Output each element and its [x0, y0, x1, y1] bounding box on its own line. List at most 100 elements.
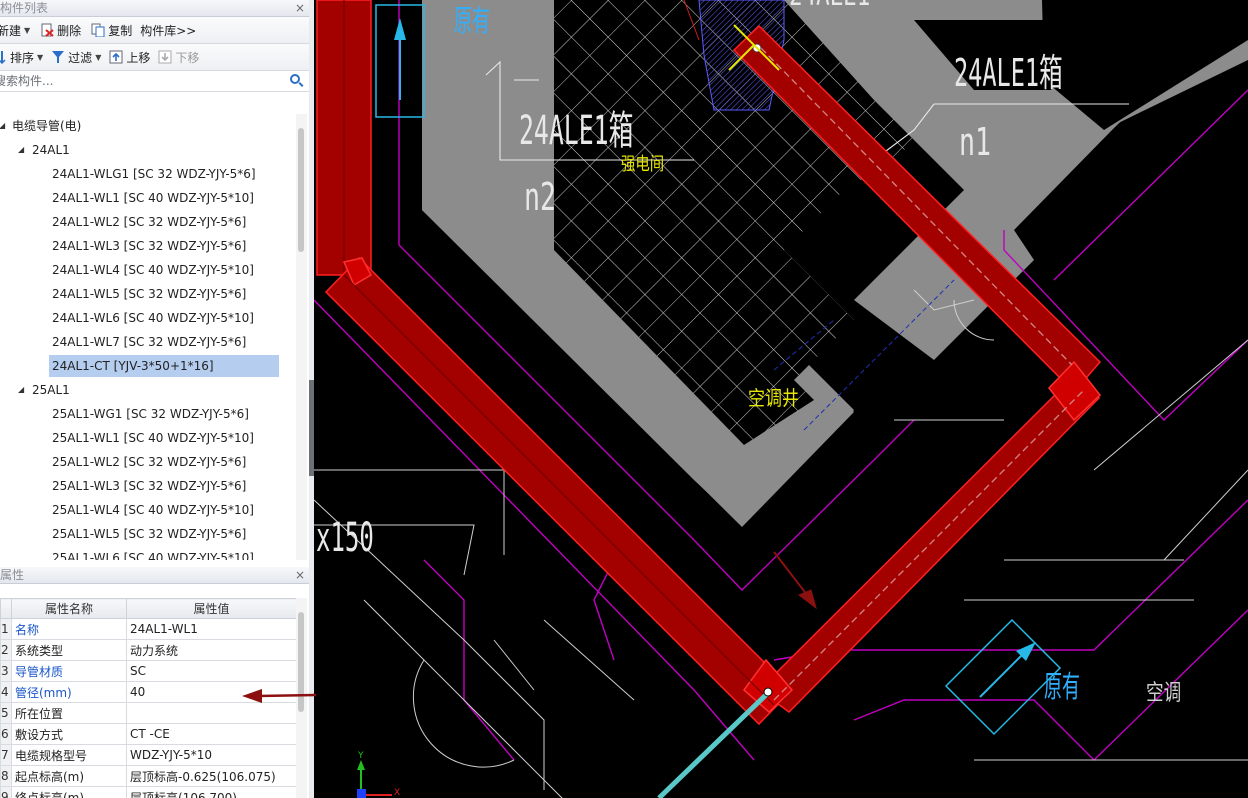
tree-item[interactable]: 24AL1-WL2 [SC 32 WDZ-YJY-5*6]: [0, 210, 296, 234]
left-panel: 构件列表 × 新建 ▼ 删除 复制 构件库>> 排序: [0, 0, 311, 798]
property-col-name: 属性名称: [11, 598, 127, 619]
tree-item-selected[interactable]: 24AL1-CT [YJV-3*50+1*16]: [0, 354, 296, 378]
tree-item[interactable]: 24AL1-WL3 [SC 32 WDZ-YJY-5*6]: [0, 234, 296, 258]
tree-item[interactable]: 24AL1-WL1 [SC 40 WDZ-YJY-5*10]: [0, 186, 296, 210]
magenta-line-6: [853, 609, 1248, 761]
row-number: 9: [0, 786, 12, 798]
tree-item[interactable]: 25AL1-WL4 [SC 40 WDZ-YJY-5*10]: [0, 498, 296, 522]
tree-item-label: 25AL1-WL4 [SC 40 WDZ-YJY-5*10]: [52, 503, 254, 517]
filter-button[interactable]: 过滤 ▼: [47, 46, 105, 68]
search-input[interactable]: [0, 71, 274, 91]
tree-root[interactable]: ◢ 电缆导管(电): [0, 114, 296, 138]
property-row[interactable]: 8 起点标高(m) 层顶标高-0.625(106.075): [0, 765, 297, 787]
tree-item-label: 24AL1-WL6 [SC 40 WDZ-YJY-5*10]: [52, 311, 254, 325]
direction-box-bottom: [944, 618, 1062, 736]
tree-scrollbar-thumb[interactable]: [298, 128, 304, 252]
tree-item[interactable]: 25AL1-WL5 [SC 32 WDZ-YJY-5*6]: [0, 522, 296, 546]
property-header: 属性 ×: [0, 567, 310, 584]
tree-item-label: 25AL1-WL5 [SC 32 WDZ-YJY-5*6]: [52, 527, 247, 541]
filter-icon: [51, 50, 65, 64]
property-close-icon[interactable]: ×: [295, 567, 305, 583]
expand-triangle-icon[interactable]: ◢: [0, 114, 5, 138]
property-value[interactable]: 层顶标高-0.625(106.075): [126, 765, 297, 787]
tree-item[interactable]: 25AL1-WL2 [SC 32 WDZ-YJY-5*6]: [0, 450, 296, 474]
library-label: 构件库>>: [140, 23, 197, 38]
component-tree: ◢ 电缆导管(电) ◢ 24AL1 24AL1-WLG1 [SC 32 WDZ-…: [0, 114, 296, 560]
tree-item[interactable]: 24AL1-WL4 [SC 40 WDZ-YJY-5*10]: [0, 258, 296, 282]
tree-item[interactable]: 25AL1-WG1 [SC 32 WDZ-YJY-5*6]: [0, 402, 296, 426]
tree-item-label: 24AL1-WL5 [SC 32 WDZ-YJY-5*6]: [52, 287, 247, 301]
ucs-axis-icon: [357, 760, 392, 798]
property-row[interactable]: 2 系统类型 动力系统: [0, 639, 297, 661]
property-name: 终点标高(m): [11, 786, 127, 798]
expand-triangle-icon[interactable]: ◢: [18, 138, 24, 162]
search-icon[interactable]: [290, 74, 300, 84]
tree-item[interactable]: 25AL1-WL3 [SC 32 WDZ-YJY-5*6]: [0, 474, 296, 498]
property-value[interactable]: WDZ-YJY-5*10: [126, 744, 297, 766]
property-row[interactable]: 7 电缆规格型号 WDZ-YJY-5*10: [0, 744, 297, 766]
sort-button[interactable]: 排序 ▼: [0, 46, 47, 68]
component-list-header: 构件列表 ×: [0, 0, 310, 17]
cyan-cable: [657, 690, 771, 798]
tree-group-24al1[interactable]: ◢ 24AL1: [0, 138, 296, 162]
property-value[interactable]: 层顶标高(106.700): [126, 786, 297, 798]
tree-item-label: 25AL1-WL2 [SC 32 WDZ-YJY-5*6]: [52, 455, 247, 469]
property-name: 导管材质: [11, 660, 127, 682]
tree-group-25al1[interactable]: ◢ 25AL1: [0, 378, 296, 402]
move-up-button[interactable]: 上移: [105, 46, 154, 68]
arrow-up-icon: [109, 50, 123, 64]
row-number: 8: [0, 765, 12, 787]
tree-scrollbar[interactable]: [296, 114, 307, 560]
new-label: 新建: [0, 23, 22, 38]
tree-item[interactable]: 24AL1-WL7 [SC 32 WDZ-YJY-5*6]: [0, 330, 296, 354]
property-value[interactable]: 动力系统: [126, 639, 297, 661]
arrow-down-icon: [158, 50, 172, 64]
tree-item-label: 25AL1-WL3 [SC 32 WDZ-YJY-5*6]: [52, 479, 247, 493]
magenta-line-8: [423, 559, 515, 761]
delete-button[interactable]: 删除: [36, 19, 85, 41]
property-name: 敷设方式: [11, 723, 127, 745]
copy-icon: [91, 23, 105, 38]
property-row[interactable]: 6 敷设方式 CT -CE: [0, 723, 297, 745]
expand-triangle-icon[interactable]: ◢: [18, 378, 24, 402]
cad-drawing[interactable]: [314, 0, 1248, 798]
tree-item[interactable]: 25AL1-WL6 [SC 40 WDZ-YJY-5*10]: [0, 546, 296, 560]
property-row[interactable]: 1 名称 24AL1-WL1: [0, 618, 297, 640]
row-number: 4: [0, 681, 12, 703]
property-value[interactable]: SC: [126, 660, 297, 682]
library-button[interactable]: 构件库>>: [136, 19, 200, 41]
component-list-title: 构件列表: [0, 1, 49, 15]
tree-item[interactable]: 24AL1-WL6 [SC 40 WDZ-YJY-5*10]: [0, 306, 296, 330]
move-down-label: 下移: [175, 50, 200, 65]
row-number: 1: [0, 618, 12, 640]
tree-item-label: 24AL1-WL4 [SC 40 WDZ-YJY-5*10]: [52, 263, 254, 277]
component-list-close-icon[interactable]: ×: [295, 0, 305, 16]
cable-node[interactable]: [763, 687, 773, 697]
property-value[interactable]: 24AL1-WL1: [126, 618, 297, 640]
row-number: 2: [0, 639, 12, 661]
tree-item-label: 24AL1-WL7 [SC 32 WDZ-YJY-5*6]: [52, 335, 247, 349]
copy-label: 复制: [108, 23, 133, 38]
row-number: 5: [0, 702, 12, 724]
property-row[interactable]: 9 终点标高(m) 层顶标高(106.700): [0, 786, 297, 798]
tree-item-label: 24AL1-WL3 [SC 32 WDZ-YJY-5*6]: [52, 239, 247, 253]
property-name: 起点标高(m): [11, 765, 127, 787]
property-table-header: 属性名称 属性值: [0, 598, 297, 619]
delete-label: 删除: [57, 23, 82, 38]
tree-item-label: 24AL1-CT [YJV-3*50+1*16]: [49, 355, 279, 377]
tree-item[interactable]: 25AL1-WL1 [SC 40 WDZ-YJY-5*10]: [0, 426, 296, 450]
property-value[interactable]: CT -CE: [126, 723, 297, 745]
tree-item[interactable]: 24AL1-WL5 [SC 32 WDZ-YJY-5*6]: [0, 282, 296, 306]
property-name: 管径(mm): [11, 681, 127, 703]
tree-item[interactable]: 24AL1-WLG1 [SC 32 WDZ-YJY-5*6]: [0, 162, 296, 186]
move-down-button[interactable]: 下移: [154, 46, 203, 68]
property-name: 名称: [11, 618, 127, 640]
property-row[interactable]: 3 导管材质 SC: [0, 660, 297, 682]
copy-button[interactable]: 复制: [87, 19, 136, 41]
cad-canvas[interactable]: 原有 24ALE1 24ALE1箱 24ALE1箱 n1 n2 强电间 空调井 …: [314, 0, 1248, 798]
property-name: 系统类型: [11, 639, 127, 661]
tree-item-label: 25AL1-WL1 [SC 40 WDZ-YJY-5*10]: [52, 431, 254, 445]
annotation-arrow-pipe-diameter: [242, 689, 317, 703]
new-button[interactable]: 新建 ▼: [0, 19, 34, 41]
direction-box-top: [375, 4, 425, 118]
